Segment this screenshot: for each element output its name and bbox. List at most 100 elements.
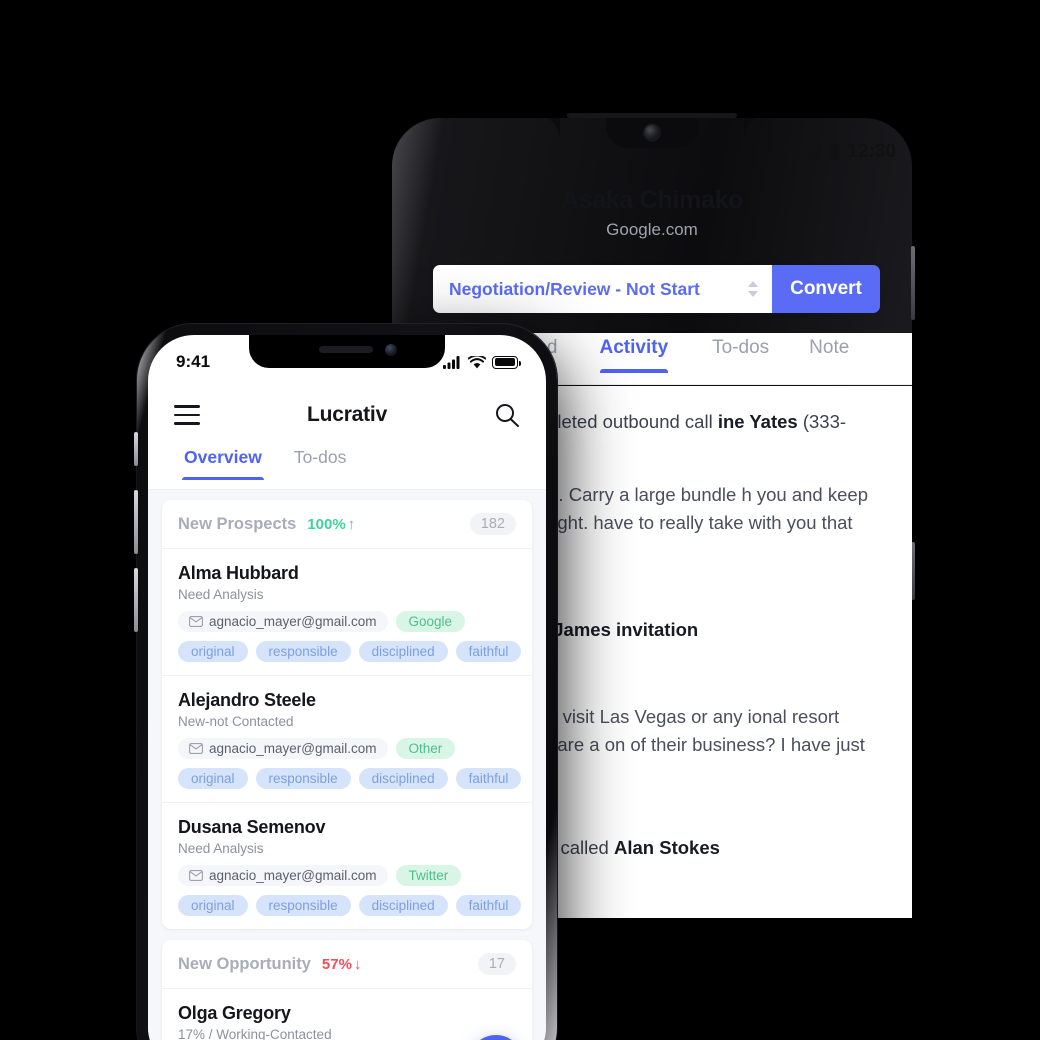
person-name: Dusana Semenov	[178, 817, 326, 837]
person-email-text: agnacio_mayer@gmail.com	[209, 868, 377, 883]
iphone-clock: 9:41	[176, 352, 211, 371]
hamburger-line	[174, 405, 200, 408]
person-contact-row: agnacio_mayer@gmail.com Google	[178, 611, 516, 632]
person-email-chip[interactable]: agnacio_mayer@gmail.com	[178, 611, 388, 632]
stepper-arrows-icon[interactable]	[748, 281, 758, 297]
person-email-chip[interactable]: agnacio_mayer@gmail.com	[178, 738, 388, 759]
card-percent: 57%	[321, 955, 352, 973]
android-notch-shoulder-right	[744, 118, 770, 140]
person-stage: New-not Contacted	[178, 714, 294, 729]
card-count-badge: 17	[477, 953, 516, 975]
envelope-icon	[189, 743, 203, 754]
person-source-chip: Other	[395, 738, 456, 759]
tag-chip[interactable]: original	[178, 768, 248, 789]
person-name: Alma Hubbard	[178, 563, 299, 583]
person-contact-row: agnacio_mayer@gmail.com Twitter	[178, 865, 516, 886]
overflow-menu-button[interactable]	[844, 200, 870, 236]
activity-target: Alan Stokes	[614, 837, 720, 858]
cellular-icon	[443, 355, 460, 369]
iphone-screen: 9:41 Lucrativ Overview To-dos New Prospe…	[148, 335, 546, 1040]
tag-chip[interactable]: faithful	[455, 895, 522, 916]
person-name: Alejandro Steele	[178, 690, 316, 710]
iphone-tab-bar: Overview To-dos	[148, 443, 546, 490]
stage-convert-row: Negotiation/Review - Not Start Convert	[433, 265, 880, 313]
list-item[interactable]: Dusana Semenov Need Analysis agnacio_may…	[162, 803, 532, 929]
contact-name-title: Asaka Chimako	[560, 186, 744, 214]
search-icon[interactable]	[494, 402, 520, 428]
iphone-status-icons	[443, 355, 522, 369]
card-count-badge: 182	[469, 513, 516, 535]
person-source-chip: Twitter	[395, 865, 462, 886]
dashboard-card: New Prospects 100% ↑ 182 Alma Hubbard Ne…	[162, 500, 532, 929]
list-item[interactable]: Olga Gregory 17% / Working-Contacted agn…	[162, 989, 532, 1040]
tag-chip[interactable]: faithful	[455, 641, 522, 662]
screenshot-stage: 12:30 Asaka Chimako Google.com Negotiati…	[0, 0, 1040, 1040]
battery-icon	[492, 355, 522, 369]
wifi-icon	[779, 145, 798, 159]
list-item[interactable]: Alejandro Steele New-not Contacted agnac…	[162, 676, 532, 803]
person-name: Olga Gregory	[178, 1003, 291, 1023]
contact-company-subtitle: Google.com	[606, 220, 698, 239]
person-stage: Need Analysis	[178, 587, 264, 602]
person-email-chip[interactable]: agnacio_mayer@gmail.com	[178, 865, 388, 886]
stage-select-value: Negotiation/Review - Not Start	[449, 278, 700, 299]
tag-chip[interactable]: original	[178, 641, 248, 662]
person-stage: 17% / Working-Contacted	[178, 1027, 332, 1040]
tag-chip[interactable]: original	[178, 895, 248, 916]
android-header: Asaka Chimako Google.com	[392, 186, 912, 262]
person-source-chip: Google	[395, 611, 466, 632]
iphone-volume-up-button[interactable]	[134, 490, 138, 554]
card-title: New Prospects	[178, 514, 297, 533]
hamburger-line	[174, 422, 200, 425]
person-tag-row: original responsible disciplined faithfu…	[178, 768, 522, 789]
android-status-bar: 12:30	[779, 141, 896, 163]
tag-chip[interactable]: faithful	[455, 768, 522, 789]
activity-target: ine Yates	[717, 411, 798, 432]
android-notch-shoulder-left	[534, 118, 560, 140]
kebab-dot	[854, 215, 860, 221]
iphone-volume-down-button[interactable]	[134, 568, 138, 632]
envelope-icon	[189, 616, 203, 627]
person-tag-row: original responsible disciplined faithfu…	[178, 641, 522, 662]
dashboard-scroll-area[interactable]: New Prospects 100% ↑ 182 Alma Hubbard Ne…	[148, 490, 546, 1040]
hamburger-icon[interactable]	[174, 405, 200, 425]
iphone-app-header: Lucrativ	[148, 387, 546, 443]
tag-chip[interactable]: disciplined	[358, 895, 448, 916]
tab-todos[interactable]: To-dos	[712, 333, 769, 373]
tag-chip[interactable]: disciplined	[358, 641, 448, 662]
hamburger-line	[174, 413, 200, 417]
android-waterdrop-notch	[606, 118, 698, 148]
iphone-mute-switch[interactable]	[134, 432, 138, 466]
dashboard-card: New Opportunity 57% ↓ 17 Olga Gregory 17…	[162, 940, 532, 1040]
card-header: New Prospects 100% ↑ 182	[162, 500, 532, 549]
stepper-up-icon	[748, 281, 758, 287]
envelope-icon	[189, 870, 203, 881]
stage-select[interactable]: Negotiation/Review - Not Start	[433, 265, 772, 313]
tab-todos[interactable]: To-dos	[294, 443, 347, 480]
card-trend: 100% ↑	[307, 516, 355, 533]
trend-down-icon: ↓	[353, 955, 362, 973]
tag-chip[interactable]: responsible	[255, 641, 351, 662]
signal-icon	[805, 144, 821, 160]
battery-icon	[830, 143, 840, 161]
person-tag-row: original responsible disciplined faithfu…	[178, 895, 522, 916]
tag-chip[interactable]: disciplined	[358, 768, 448, 789]
android-clock: 12:30	[847, 141, 896, 162]
wifi-icon	[468, 355, 486, 368]
tab-note[interactable]: Note	[809, 333, 849, 373]
iphone-device: 9:41 Lucrativ Overview To-dos New Prospe…	[134, 324, 557, 1040]
tab-overview[interactable]: Overview	[182, 443, 264, 480]
tab-activity[interactable]: Activity	[599, 333, 668, 373]
list-item[interactable]: Alma Hubbard Need Analysis agnacio_mayer…	[162, 549, 532, 676]
trend-up-icon: ↑	[347, 515, 356, 533]
iphone-status-bar: 9:41	[148, 349, 546, 375]
tag-chip[interactable]: responsible	[255, 895, 351, 916]
person-contact-row: agnacio_mayer@gmail.com Other	[178, 738, 516, 759]
card-trend: 57% ↓	[322, 956, 362, 973]
person-email-text: agnacio_mayer@gmail.com	[209, 741, 377, 756]
kebab-dot	[854, 205, 860, 211]
card-title: New Opportunity	[178, 954, 311, 973]
tag-chip[interactable]: responsible	[255, 768, 351, 789]
convert-button[interactable]: Convert	[772, 265, 880, 313]
kebab-dot	[854, 225, 860, 231]
